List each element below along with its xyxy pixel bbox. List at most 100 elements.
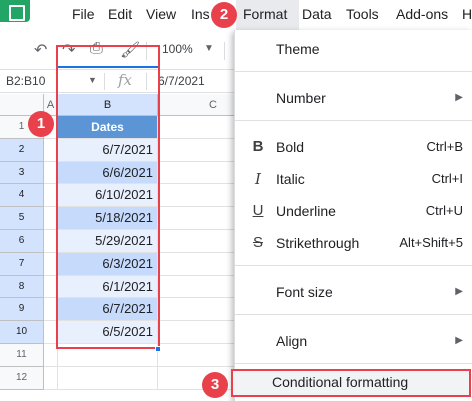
date-cell[interactable]: 6/7/2021 (58, 138, 158, 162)
cell-a[interactable] (44, 230, 58, 253)
row-header[interactable]: 2 (0, 138, 44, 162)
row-header[interactable]: 5 (0, 207, 44, 230)
cell-a[interactable] (44, 275, 58, 299)
formula-bar: B2:B10 ▼ fx 6/7/2021 (0, 69, 240, 93)
cell-c[interactable] (158, 298, 240, 322)
cell-c[interactable] (158, 321, 240, 344)
paint-format-icon[interactable]: 🖌 (120, 40, 140, 60)
spreadsheet-grid: A B C 1 Dates 2 6/7/2021 3 6/6/2021 4 6/10/2021… (0, 94, 240, 401)
cell-c[interactable] (158, 184, 240, 208)
row-header[interactable]: 10 (0, 321, 44, 344)
date-cell[interactable]: 6/1/2021 (58, 275, 158, 299)
menu-item-font-size[interactable]: Font size ▶ (235, 279, 472, 307)
shortcut-label: Ctrl+I (431, 171, 463, 186)
date-cell[interactable]: 5/18/2021 (58, 207, 158, 230)
date-cell[interactable]: 6/7/2021 (58, 298, 158, 322)
cell-a[interactable] (44, 298, 58, 322)
menu-item-underline[interactable]: U Underline Ctrl+U (235, 198, 472, 226)
chevron-down-icon[interactable]: ▼ (204, 43, 214, 54)
menu-item-label: Font size (276, 284, 333, 300)
sheets-logo-icon[interactable] (0, 0, 30, 22)
menu-file[interactable]: File (72, 6, 95, 22)
redo-icon[interactable]: ↷ (62, 40, 75, 60)
menu-item-strikethrough[interactable]: S Strikethrough Alt+Shift+5 (235, 230, 472, 258)
cell-c[interactable] (158, 252, 240, 276)
cell-a[interactable] (44, 138, 58, 162)
date-cell[interactable]: 6/10/2021 (58, 184, 158, 208)
row-header[interactable]: 12 (0, 366, 44, 390)
menu-item-theme[interactable]: Theme (235, 36, 472, 64)
menu-tools[interactable]: Tools (346, 6, 379, 22)
fill-handle[interactable] (155, 346, 161, 352)
cell-b[interactable] (58, 366, 158, 390)
date-cell[interactable]: 6/3/2021 (58, 252, 158, 276)
formula-divider (104, 73, 105, 90)
menu-item-label: Underline (276, 203, 336, 219)
cell-a[interactable] (44, 207, 58, 230)
menu-divider (235, 314, 472, 315)
shortcut-label: Ctrl+B (426, 139, 463, 154)
cell-a[interactable] (44, 252, 58, 276)
date-cell[interactable]: 5/29/2021 (58, 230, 158, 253)
date-cell[interactable]: 6/6/2021 (58, 161, 158, 185)
menu-item-label: Bold (276, 139, 305, 155)
menu-insert[interactable]: Ins (191, 6, 210, 22)
strikethrough-icon: S (252, 234, 263, 251)
menu-item-number[interactable]: Number ▶ (235, 85, 472, 113)
toolbar: ↶ ↷ ⎙ 🖌 100% ▼ (0, 34, 240, 66)
print-icon[interactable]: ⎙ (90, 40, 103, 58)
cell-c[interactable] (158, 116, 240, 139)
name-box[interactable]: B2:B10 (6, 74, 45, 88)
menu-item-label: Italic (276, 171, 305, 187)
row-header[interactable]: 7 (0, 252, 44, 276)
row-header[interactable]: 6 (0, 230, 44, 253)
menu-item-bold[interactable]: B Bold Ctrl+B (235, 134, 472, 162)
menu-edit[interactable]: Edit (108, 6, 132, 22)
menu-data[interactable]: Data (302, 6, 332, 22)
format-menu: Theme Number ▶ B Bold Ctrl+B I Italic Ct… (231, 30, 472, 401)
toolbar-divider (224, 42, 225, 60)
function-icon: fx (118, 71, 133, 89)
step-badge-3: 3 (202, 372, 228, 398)
chevron-down-icon[interactable]: ▼ (88, 75, 97, 85)
menu-item-align[interactable]: Align ▶ (235, 328, 472, 356)
cell-a[interactable] (44, 161, 58, 185)
row-header[interactable]: 3 (0, 161, 44, 185)
cell-a[interactable] (44, 344, 58, 367)
toolbar-divider (146, 42, 147, 60)
italic-icon: I (255, 170, 261, 188)
cell-a[interactable] (44, 184, 58, 208)
shortcut-label: Alt+Shift+5 (399, 235, 463, 250)
row-header[interactable]: 4 (0, 184, 44, 208)
cell-b[interactable] (58, 344, 158, 367)
menu-divider (235, 363, 472, 364)
cell-c[interactable] (158, 138, 240, 162)
dates-header-cell[interactable]: Dates (58, 116, 158, 139)
cell-c[interactable] (158, 230, 240, 253)
cell-c[interactable] (158, 161, 240, 185)
bold-icon: B (252, 138, 264, 155)
cell-c[interactable] (158, 344, 240, 367)
menu-item-label: Strikethrough (276, 235, 360, 251)
column-header-c[interactable]: C (158, 94, 240, 116)
column-header-b[interactable]: B (58, 94, 158, 116)
menu-item-conditional-formatting[interactable]: Conditional formatting (231, 369, 471, 397)
undo-icon[interactable]: ↶ (34, 40, 47, 60)
cell-a[interactable] (44, 321, 58, 344)
formula-input[interactable]: 6/7/2021 (158, 74, 205, 88)
menu-addons[interactable]: Add-ons (396, 6, 448, 22)
date-cell[interactable]: 6/5/2021 (58, 321, 158, 344)
menu-format[interactable]: Format (243, 6, 287, 22)
menu-view[interactable]: View (146, 6, 176, 22)
menu-item-italic[interactable]: I Italic Ctrl+I (235, 166, 472, 194)
zoom-select[interactable]: 100% (162, 42, 193, 56)
menu-help[interactable]: H (462, 6, 472, 22)
row-header[interactable]: 9 (0, 298, 44, 322)
row-header[interactable]: 11 (0, 344, 44, 367)
cell-c[interactable] (158, 207, 240, 230)
cell-a[interactable] (44, 366, 58, 390)
menu-divider (235, 265, 472, 266)
chevron-right-icon: ▶ (455, 92, 463, 103)
cell-c[interactable] (158, 275, 240, 299)
row-header[interactable]: 8 (0, 275, 44, 299)
